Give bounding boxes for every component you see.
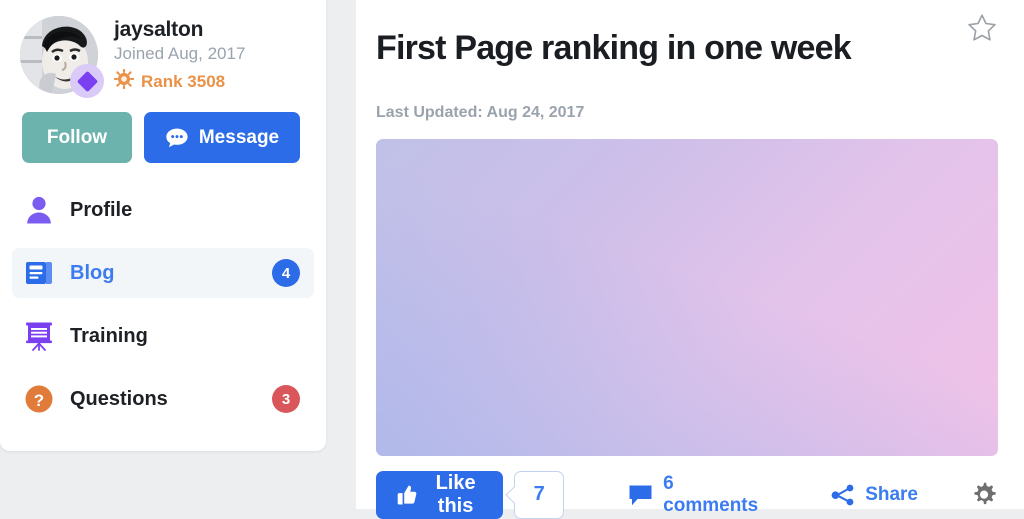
profile-identity: jaysalton Joined Aug, 2017 Rank 3508 bbox=[113, 16, 246, 94]
post-actions: Like this 7 6 comments Share bbox=[376, 470, 998, 519]
comments-label: 6 comments bbox=[663, 472, 759, 516]
page-root: jaysalton Joined Aug, 2017 Rank 3508 Fol… bbox=[0, 0, 1024, 519]
follow-button[interactable]: Follow bbox=[22, 112, 132, 164]
post-panel: First Page ranking in one week Last Upda… bbox=[356, 0, 1024, 519]
sidebar-item-label: Questions bbox=[70, 387, 168, 410]
questions-badge-count: 3 bbox=[272, 385, 300, 414]
profile-header: jaysalton Joined Aug, 2017 Rank 3508 bbox=[0, 0, 326, 98]
presentation-icon bbox=[22, 320, 56, 352]
star-outline-icon[interactable] bbox=[966, 6, 998, 49]
share-label: Share bbox=[865, 483, 918, 505]
profile-actions: Follow Message bbox=[0, 94, 326, 164]
sun-icon bbox=[113, 69, 135, 94]
sidebar-item-questions[interactable]: ? Questions 3 bbox=[12, 374, 314, 424]
blog-badge-count: 4 bbox=[272, 259, 300, 288]
chat-bubble-icon bbox=[165, 127, 189, 149]
thumbs-up-icon bbox=[394, 483, 418, 507]
comment-bubble-icon bbox=[628, 483, 654, 507]
post-hero-image bbox=[376, 138, 998, 456]
sidebar-item-label: Profile bbox=[70, 198, 133, 221]
profile-sidebar: jaysalton Joined Aug, 2017 Rank 3508 Fol… bbox=[0, 0, 326, 452]
person-icon bbox=[22, 195, 56, 225]
like-button-label: Like this bbox=[435, 471, 476, 517]
sidebar-item-blog[interactable]: Blog 4 bbox=[12, 248, 314, 299]
avatar[interactable] bbox=[20, 16, 104, 98]
username: jaysalton bbox=[114, 18, 204, 41]
sidebar-item-label: Blog bbox=[70, 261, 115, 284]
comments-link[interactable]: 6 comments bbox=[628, 473, 758, 517]
message-button[interactable]: Message bbox=[144, 112, 300, 164]
question-mark-icon: ? bbox=[22, 384, 56, 414]
sidebar-item-training[interactable]: Training bbox=[12, 311, 314, 361]
post-header: First Page ranking in one week bbox=[376, 0, 998, 91]
rank-row: Rank 3508 bbox=[113, 69, 245, 94]
diamond-icon bbox=[70, 64, 104, 98]
sidebar-nav: Profile Blog 4 Training ? Questions 3 bbox=[0, 185, 326, 424]
last-updated: Last Updated: Aug 24, 2017 bbox=[376, 103, 585, 121]
page-title: First Page ranking in one week bbox=[376, 28, 852, 67]
gear-icon[interactable] bbox=[970, 481, 998, 509]
sidebar-item-label: Training bbox=[70, 324, 148, 347]
joined-date: Joined Aug, 2017 bbox=[114, 44, 246, 64]
share-link[interactable]: Share bbox=[830, 483, 918, 507]
rank-label: Rank 3508 bbox=[141, 71, 226, 91]
newspaper-icon bbox=[22, 258, 56, 288]
message-button-label: Message bbox=[198, 126, 280, 148]
sidebar-item-profile[interactable]: Profile bbox=[12, 185, 314, 235]
svg-text:?: ? bbox=[34, 391, 44, 410]
like-button[interactable]: Like this bbox=[376, 470, 504, 519]
like-count-box[interactable]: 7 bbox=[505, 470, 565, 519]
share-icon bbox=[830, 483, 856, 507]
